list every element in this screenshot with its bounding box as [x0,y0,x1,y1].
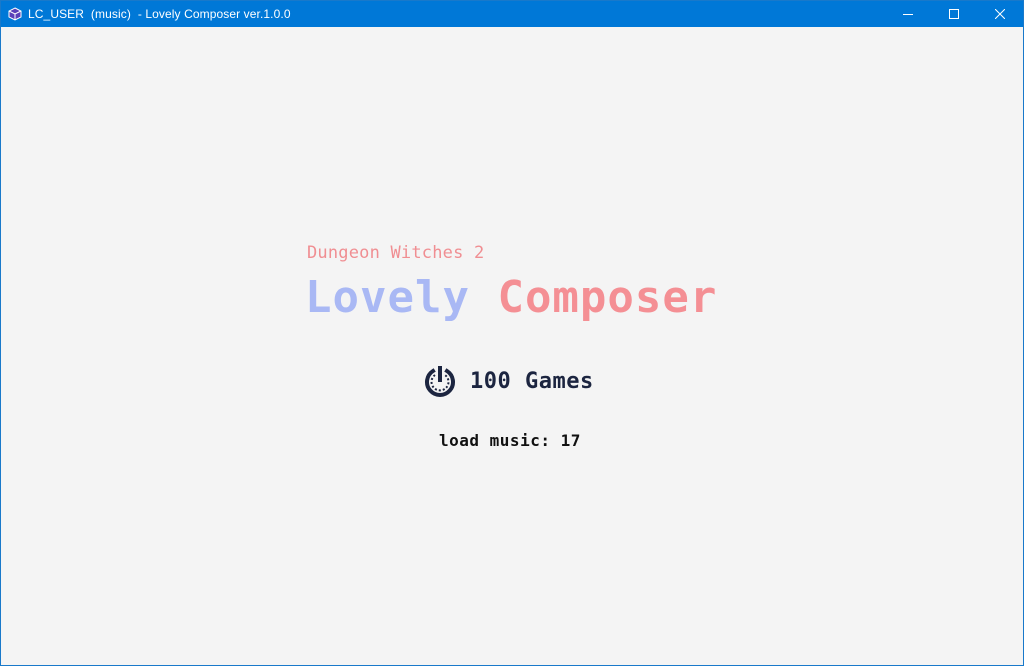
loading-status: load music: 17 [439,431,581,450]
window-controls [885,1,1023,27]
power-icon [425,366,455,397]
maximize-button[interactable] [931,1,977,27]
close-button[interactable] [977,1,1023,27]
app-cube-icon [8,7,22,21]
title-bar[interactable]: LC_USER (music) - Lovely Composer ver.1.… [1,1,1023,27]
splash-subtitle: Dungeon Witches 2 [307,243,485,263]
minimize-icon [903,14,913,15]
brand-logo: 100 Games [422,363,594,399]
title-lovely: Lovely [305,272,470,323]
maximize-icon [949,9,959,19]
minimize-button[interactable] [885,1,931,27]
brand-name: 100 Games [470,368,594,394]
app-window: LC_USER (music) - Lovely Composer ver.1.… [0,0,1024,666]
splash-screen: Dungeon Witches 2 Lovely Composer 100 Ga… [1,27,1023,665]
window-title: LC_USER (music) - Lovely Composer ver.1.… [28,7,291,21]
splash-title: Lovely Composer [305,270,717,326]
close-icon [995,9,1005,19]
title-composer: Composer [497,272,718,323]
